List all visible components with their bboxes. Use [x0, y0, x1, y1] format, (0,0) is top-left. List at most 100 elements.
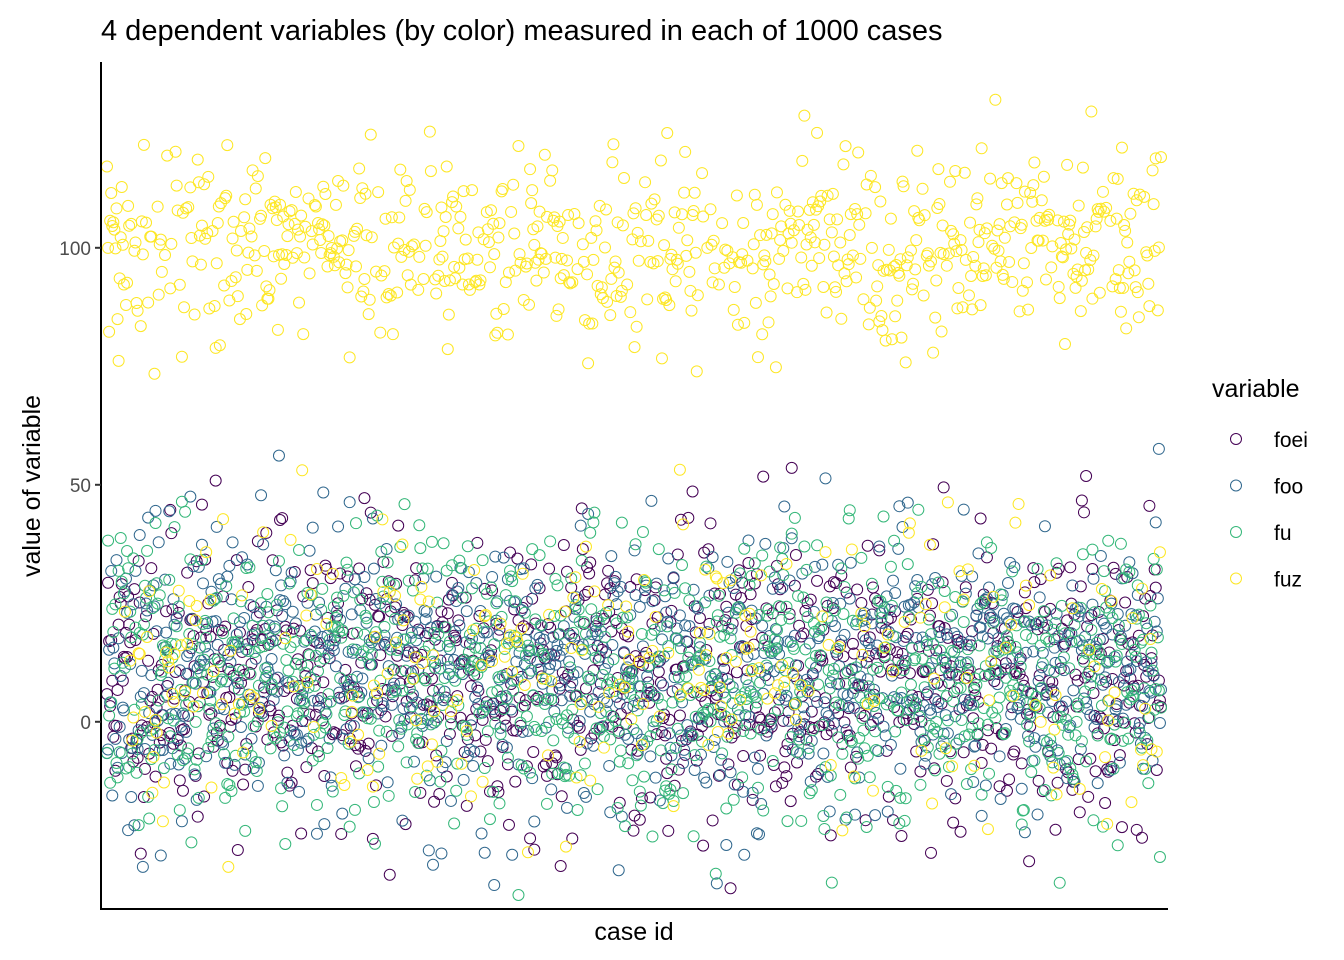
- point-fuz: [1120, 322, 1133, 335]
- point-foei: [784, 795, 797, 808]
- point-fuz: [748, 188, 761, 201]
- point-fuz: [767, 278, 780, 291]
- point-foei: [1130, 823, 1143, 836]
- point-fuz: [114, 231, 127, 244]
- point-foei: [947, 816, 960, 829]
- point-fuz: [140, 216, 153, 229]
- point-fu: [494, 728, 507, 741]
- point-fu: [861, 749, 874, 762]
- point-foo: [581, 737, 594, 750]
- point-fuz: [1095, 582, 1108, 595]
- point-fuz: [753, 662, 766, 675]
- point-foei: [654, 676, 667, 689]
- point-fuz: [175, 350, 188, 363]
- point-foo: [1031, 808, 1044, 821]
- point-fuz: [630, 320, 643, 333]
- point-fu: [957, 616, 970, 629]
- point-foei: [576, 543, 589, 556]
- point-fuz: [213, 339, 226, 352]
- point-fuz: [813, 252, 826, 265]
- point-fu: [219, 791, 232, 804]
- point-fuz: [297, 328, 310, 341]
- point-fu: [461, 540, 474, 553]
- legend: foei foo fu fuz: [1230, 429, 1308, 592]
- point-foo: [843, 592, 856, 605]
- point-foo: [552, 676, 565, 689]
- point-foei: [937, 481, 950, 494]
- point-fu: [128, 703, 141, 716]
- point-fu: [935, 679, 948, 692]
- point-fu: [798, 540, 811, 553]
- point-foei: [804, 593, 817, 606]
- point-fu: [578, 757, 591, 770]
- point-foei: [237, 778, 250, 791]
- point-fuz: [678, 186, 691, 199]
- point-foei: [555, 790, 568, 803]
- point-fuz: [399, 194, 412, 207]
- point-foo: [653, 794, 666, 807]
- point-fu: [141, 544, 154, 557]
- point-foo: [461, 749, 474, 762]
- point-foei: [851, 583, 864, 596]
- point-fuz: [433, 253, 446, 266]
- point-fuz: [1153, 546, 1166, 559]
- point-foei: [839, 667, 852, 680]
- point-fuz: [954, 234, 967, 247]
- point-fu: [687, 830, 700, 843]
- point-fuz: [750, 198, 763, 211]
- point-fuz: [727, 303, 740, 316]
- legend-label-fuz: fuz: [1274, 569, 1302, 592]
- point-fuz: [491, 326, 504, 339]
- point-fuz: [238, 211, 251, 224]
- point-foo: [336, 807, 349, 820]
- point-fuz: [1052, 280, 1065, 293]
- point-foei: [107, 730, 120, 743]
- point-fu: [442, 660, 455, 673]
- point-fu: [488, 638, 501, 651]
- point-fu: [619, 820, 632, 833]
- point-foo: [645, 494, 658, 507]
- point-foo: [1002, 576, 1015, 589]
- point-foei: [1003, 773, 1016, 786]
- point-foo: [251, 779, 264, 792]
- point-fuz: [322, 229, 335, 242]
- point-fuz: [1125, 796, 1138, 809]
- point-fuz: [989, 93, 1002, 106]
- point-foo: [759, 537, 772, 550]
- point-foei: [861, 539, 874, 552]
- point-fuz: [707, 234, 720, 247]
- point-fuz: [493, 217, 506, 230]
- point-foo: [375, 739, 388, 752]
- point-fuz: [420, 206, 433, 219]
- point-foei: [1049, 823, 1062, 836]
- point-fu: [348, 803, 361, 816]
- point-fu: [993, 691, 1006, 704]
- point-fuz: [971, 192, 984, 205]
- point-foo: [738, 848, 751, 861]
- point-fu: [135, 698, 148, 711]
- point-fuz: [983, 694, 996, 707]
- point-fuz: [393, 211, 406, 224]
- point-fu: [654, 744, 667, 757]
- point-foei: [349, 760, 362, 773]
- point-foo: [435, 847, 448, 860]
- point-fuz: [436, 250, 449, 263]
- point-foo: [555, 694, 568, 707]
- point-foo: [870, 706, 883, 719]
- point-fuz: [1089, 220, 1102, 233]
- point-fuz: [654, 154, 667, 167]
- point-fuz: [1061, 158, 1074, 171]
- point-fuz: [364, 128, 377, 141]
- point-foei: [742, 557, 755, 570]
- point-foei: [730, 666, 743, 679]
- point-fuz: [991, 224, 1004, 237]
- point-fu: [615, 516, 628, 529]
- point-fuz: [795, 251, 808, 264]
- point-foei: [195, 498, 208, 511]
- point-foei: [667, 572, 680, 585]
- point-fuz: [620, 600, 633, 613]
- point-foo: [110, 554, 123, 567]
- point-fuz: [1108, 686, 1121, 699]
- point-fu: [1147, 552, 1160, 565]
- point-foei: [811, 574, 824, 587]
